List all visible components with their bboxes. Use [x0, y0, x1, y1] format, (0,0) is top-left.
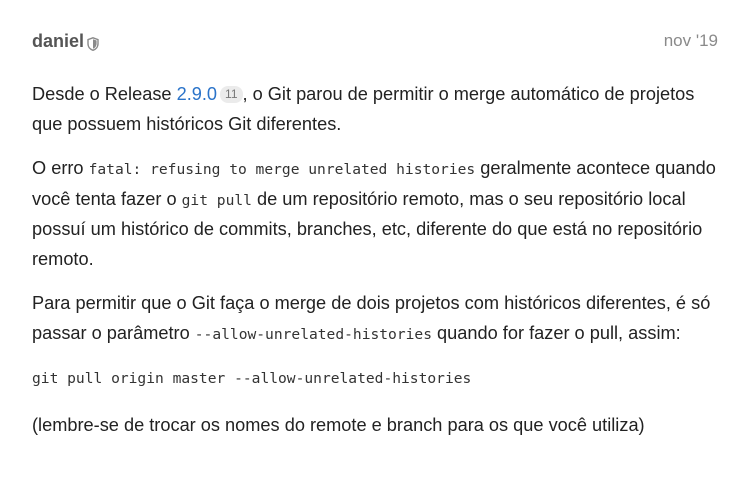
inline-code-error: fatal: refusing to merge unrelated histo… — [88, 161, 476, 178]
shield-icon — [87, 35, 99, 51]
paragraph-solution: Para permitir que o Git faça o merge de … — [32, 289, 726, 349]
post-body: Desde o Release 2.9.0 11, o Git parou de … — [32, 80, 726, 441]
text: O erro — [32, 158, 89, 178]
author: daniel — [32, 31, 99, 52]
link-click-count-badge: 11 — [220, 86, 243, 103]
paragraph-release: Desde o Release 2.9.0 11, o Git parou de … — [32, 80, 726, 139]
author-name[interactable]: daniel — [32, 31, 84, 52]
text: quando for fazer o pull, assim: — [432, 322, 681, 343]
paragraph-note: (lembre-se de trocar os nomes do remote … — [32, 415, 645, 435]
post-header: daniel nov '19 — [32, 28, 726, 54]
post-date[interactable]: nov '19 — [664, 31, 718, 51]
paragraph-error: O erro fatal: refusing to merge unrelate… — [32, 154, 726, 274]
code-block: git pull origin master --allow-unrelated… — [32, 370, 472, 387]
text: Desde o Release — [32, 84, 177, 104]
inline-code-flag: --allow-unrelated-histories — [194, 325, 432, 343]
inline-code-git-pull: git pull — [181, 191, 252, 209]
release-link[interactable]: 2.9.0 — [177, 84, 217, 104]
forum-post: daniel nov '19 Desde o Release 2.9.0 11, … — [32, 28, 726, 456]
